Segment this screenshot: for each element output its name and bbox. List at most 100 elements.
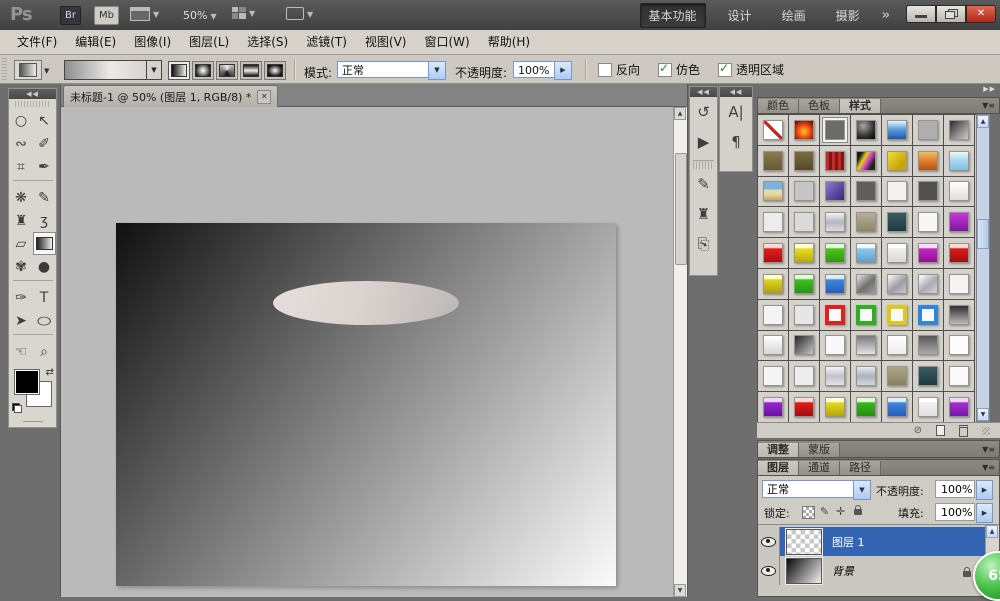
clone-stamp-tool[interactable]: ♜ [10, 209, 33, 232]
style-swatch[interactable] [918, 120, 938, 140]
canvas-scrollbar-thumb[interactable] [675, 153, 687, 265]
style-swatch[interactable] [794, 181, 814, 201]
style-swatch[interactable] [887, 305, 907, 325]
eye-icon[interactable] [761, 566, 776, 576]
brushes-icon[interactable]: ✎ [690, 169, 717, 199]
panel-menu-icon[interactable]: ▼≡ [982, 445, 999, 454]
menu-item[interactable]: 图像(I) [125, 30, 180, 55]
style-swatch-none[interactable] [763, 120, 783, 140]
styles-tab[interactable]: 样式 [840, 99, 881, 113]
dodge-tool[interactable]: ● [33, 255, 56, 278]
layers-tab[interactable]: 图层 [758, 461, 799, 475]
layer-row[interactable]: 图层 1 [758, 527, 987, 556]
style-swatch[interactable] [763, 397, 783, 417]
style-swatch[interactable] [856, 366, 876, 386]
opacity-slider-arrow-icon[interactable]: ▶ [554, 61, 572, 80]
zoom-level-dropdown[interactable]: 50%▼ [183, 9, 217, 22]
style-swatch[interactable] [856, 181, 876, 201]
layers-tab[interactable]: 路径 [840, 461, 881, 475]
style-swatch[interactable] [825, 212, 845, 232]
style-swatch[interactable] [763, 274, 783, 294]
styles-scrollbar[interactable]: ▲ ▼ [976, 114, 990, 422]
styles-tab[interactable]: 颜色 [758, 99, 799, 113]
arrange-documents-dropdown[interactable]: ▼ [232, 7, 255, 19]
move-tool[interactable]: ↖ [33, 109, 56, 132]
style-swatch[interactable] [825, 181, 845, 201]
menu-item[interactable]: 文件(F) [8, 30, 66, 55]
workspace-button[interactable]: 摄影 [828, 4, 868, 27]
style-swatch[interactable] [856, 397, 876, 417]
blend-mode-dropdown-arrow-icon[interactable]: ▼ [428, 61, 446, 80]
style-swatch[interactable] [949, 274, 969, 294]
style-swatch[interactable] [887, 181, 907, 201]
gradient-tool[interactable] [33, 232, 56, 255]
layer-thumbnail[interactable] [786, 529, 822, 555]
style-swatch[interactable] [794, 212, 814, 232]
eye-icon[interactable] [761, 537, 776, 547]
mini-bridge-button[interactable]: Mb [94, 6, 119, 25]
style-swatch[interactable] [918, 243, 938, 263]
styles-tab[interactable]: 色板 [799, 99, 840, 113]
layer-row[interactable]: 背景 [758, 556, 987, 585]
style-swatch[interactable] [825, 243, 845, 263]
document-tab[interactable]: 未标题-1 @ 50% (图层 1, RGB/8) * ✕ [63, 85, 278, 107]
crop-tool[interactable]: ⌗ [10, 155, 33, 178]
style-swatch[interactable] [949, 366, 969, 386]
smudge-tool[interactable]: ✾ [10, 255, 33, 278]
ellipse-tool[interactable]: ○ [33, 309, 56, 332]
swap-colors-icon[interactable]: ⇄ [46, 367, 54, 378]
checkbox-checked-icon[interactable] [658, 63, 672, 77]
layer-name[interactable]: 背景 [832, 563, 854, 579]
style-swatch[interactable] [856, 212, 876, 232]
style-swatch[interactable] [856, 335, 876, 355]
style-swatch[interactable] [825, 151, 845, 171]
style-swatch[interactable] [825, 305, 845, 325]
lock-all-icon[interactable] [854, 509, 862, 515]
toolbox-collapse-header[interactable]: ◀◀ [9, 89, 56, 99]
eyedropper-tool[interactable]: ✒ [33, 155, 56, 178]
default-colors-icon[interactable] [12, 403, 22, 413]
style-swatch[interactable] [763, 366, 783, 386]
workspace-overflow-chevron[interactable]: » [882, 8, 890, 23]
history-brush-tool[interactable]: ʒ [33, 209, 56, 232]
minimize-button[interactable] [906, 5, 936, 23]
clone-source-icon[interactable]: ♜ [690, 199, 717, 229]
style-swatch[interactable] [918, 212, 938, 232]
style-swatch[interactable] [887, 397, 907, 417]
foreground-color-swatch[interactable] [14, 369, 40, 395]
style-swatch[interactable] [763, 181, 783, 201]
style-swatch[interactable] [949, 397, 969, 417]
checkbox-unchecked-icon[interactable] [598, 63, 612, 77]
style-swatch[interactable] [825, 397, 845, 417]
layer-thumbnail[interactable] [786, 558, 822, 584]
style-swatch[interactable] [887, 366, 907, 386]
clear-style-icon[interactable]: ⊘ [914, 426, 922, 436]
layer-name[interactable]: 图层 1 [832, 534, 865, 550]
layer-fill-input[interactable]: 100% [935, 503, 975, 521]
bridge-button[interactable]: Br [60, 6, 81, 25]
style-swatch[interactable] [763, 305, 783, 325]
options-bar-grip[interactable] [2, 58, 7, 80]
elliptical-marquee-tool[interactable]: ○ [10, 109, 33, 132]
scroll-up-icon[interactable]: ▲ [986, 525, 998, 538]
lock-image-pixels-icon[interactable]: ✎ [820, 505, 829, 518]
style-swatch[interactable] [856, 274, 876, 294]
actions-icon[interactable]: ▶ [690, 127, 717, 157]
layer-visibility-cell[interactable] [758, 527, 780, 556]
style-swatch[interactable] [794, 335, 814, 355]
scroll-up-icon[interactable]: ▲ [674, 107, 686, 120]
canvas-area[interactable]: ▲ ▼ [61, 107, 687, 597]
style-swatch[interactable] [887, 151, 907, 171]
style-swatch[interactable] [949, 151, 969, 171]
scroll-up-icon[interactable]: ▲ [977, 115, 989, 128]
diamond-gradient-button[interactable] [264, 61, 286, 80]
menu-item[interactable]: 编辑(E) [66, 30, 125, 55]
quick-selection-tool[interactable]: ✐ [33, 132, 56, 155]
menu-item[interactable]: 选择(S) [238, 30, 297, 55]
style-swatch[interactable] [825, 366, 845, 386]
paragraph-icon[interactable]: ¶ [720, 127, 752, 157]
canvas-vertical-scrollbar[interactable]: ▲ ▼ [673, 107, 687, 597]
toolbox-resize-handle[interactable] [23, 421, 43, 422]
style-swatch[interactable] [794, 151, 814, 171]
hand-tool[interactable]: ☜ [10, 340, 33, 363]
